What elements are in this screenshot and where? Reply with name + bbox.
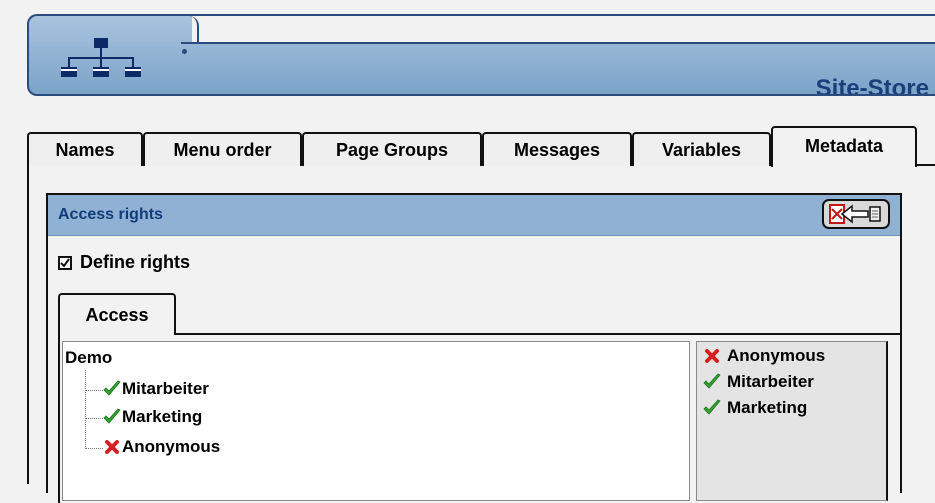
tree-root[interactable]: Demo (65, 348, 112, 368)
tab-metadata[interactable]: Metadata (771, 126, 917, 167)
subtab-rule (174, 333, 900, 335)
legend-item-label: Marketing (727, 398, 808, 417)
sitemap-icon (61, 38, 141, 77)
tree-connector (85, 390, 103, 391)
header-notch-edge (189, 16, 199, 44)
checkmark-icon (60, 257, 70, 268)
tab-variables[interactable]: Variables (632, 132, 771, 166)
tab-menu-order[interactable]: Menu order (143, 132, 302, 166)
tree-item-label: Anonymous (122, 437, 221, 456)
cross-icon (703, 347, 721, 365)
access-rights-panel: Access rights Define rights Access Demo … (46, 193, 902, 503)
tab-messages[interactable]: Messages (482, 132, 632, 166)
site-title: Site-Store (815, 75, 929, 96)
tree-item-label: Mitarbeiter (122, 379, 209, 398)
define-rights-checkbox[interactable] (58, 255, 72, 270)
rights-legend-list[interactable]: Anonymous Mitarbeiter Marketing (696, 341, 888, 501)
check-icon (703, 399, 721, 417)
legend-item-marketing[interactable]: Marketing (703, 398, 807, 418)
tree-item-anonymous[interactable]: Anonymous (103, 437, 220, 457)
tab-page-groups[interactable]: Page Groups (302, 132, 482, 166)
legend-item-label: Anonymous (727, 346, 826, 365)
header-dot (182, 49, 187, 54)
tree-item-mitarbeiter[interactable]: Mitarbeiter (103, 379, 209, 399)
subpanel-left-border (58, 333, 60, 503)
legend-item-label: Mitarbeiter (727, 372, 814, 391)
tab-access[interactable]: Access (58, 293, 176, 335)
cross-icon (103, 438, 121, 456)
header-notch (192, 16, 935, 42)
legend-item-mitarbeiter[interactable]: Mitarbeiter (703, 372, 814, 392)
header-divider (181, 42, 935, 44)
return-arrow-icon (829, 204, 881, 224)
return-button[interactable] (822, 199, 890, 229)
access-rights-header: Access rights (48, 195, 900, 236)
check-icon (703, 373, 721, 391)
legend-item-anonymous[interactable]: Anonymous (703, 346, 825, 366)
tree-connector (85, 418, 103, 419)
access-rights-title: Access rights (58, 206, 163, 223)
check-icon (103, 380, 121, 398)
tree-connector (85, 448, 103, 449)
group-tree[interactable]: Demo Mitarbeiter Marketing Anonymous (62, 341, 690, 501)
tab-names[interactable]: Names (27, 132, 143, 166)
tree-item-marketing[interactable]: Marketing (103, 407, 202, 427)
panel-left-border (27, 164, 29, 484)
check-icon (103, 408, 121, 426)
tree-connector (85, 370, 86, 449)
define-rights-row[interactable]: Define rights (58, 252, 190, 273)
tree-item-label: Marketing (122, 407, 203, 426)
app-header: Site-Store (27, 14, 935, 96)
define-rights-label: Define rights (80, 252, 191, 272)
